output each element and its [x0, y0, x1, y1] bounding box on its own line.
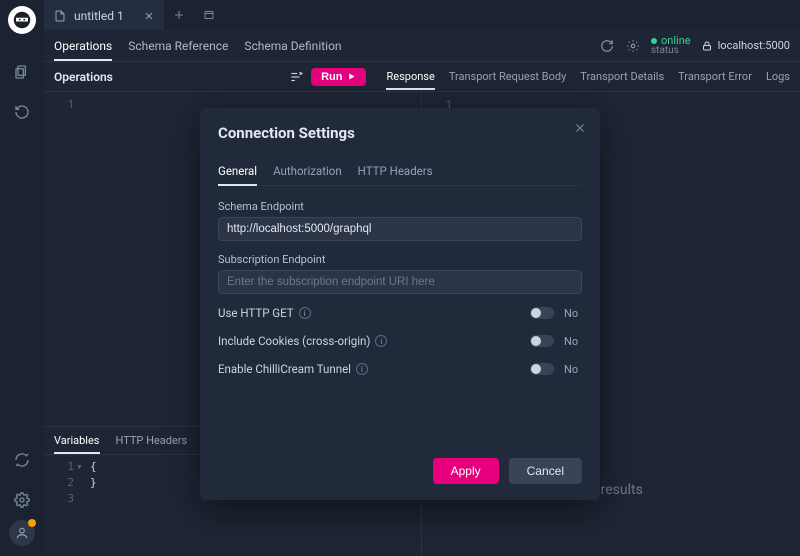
tab-strip: untitled 1 — [44, 0, 800, 30]
nav-schema-definition[interactable]: Schema Definition — [244, 31, 341, 61]
modal-tabs: General Authorization HTTP Headers — [218, 158, 582, 186]
modal-tab-general[interactable]: General — [218, 158, 257, 186]
subscription-endpoint-label: Subscription Endpoint — [218, 253, 582, 266]
close-tab-icon[interactable] — [144, 11, 154, 21]
tab-variables[interactable]: Variables — [54, 427, 100, 454]
cancel-button[interactable]: Cancel — [509, 458, 582, 484]
ninja-icon — [13, 11, 31, 29]
gear-icon[interactable] — [625, 38, 641, 54]
line-number: 1 — [44, 96, 74, 114]
run-label: Run — [321, 71, 342, 83]
tab-response[interactable]: Response — [386, 63, 434, 90]
sync-icon[interactable] — [12, 450, 32, 470]
info-icon[interactable]: i — [299, 307, 311, 319]
notification-dot — [28, 519, 36, 527]
settings-icon[interactable] — [12, 490, 32, 510]
apply-button[interactable]: Apply — [433, 458, 499, 484]
document-icon — [54, 10, 66, 22]
fold-caret-icon[interactable]: ▾ — [76, 459, 83, 475]
document-tab[interactable]: untitled 1 — [44, 0, 164, 30]
panel-title: Operations — [54, 70, 113, 84]
toggle-tunnel[interactable] — [530, 363, 554, 375]
host-button[interactable]: localhost:5000 — [701, 39, 790, 52]
info-icon[interactable]: i — [356, 363, 368, 375]
close-icon — [574, 122, 586, 134]
tab-transport-details[interactable]: Transport Details — [580, 63, 664, 90]
schema-endpoint-input[interactable] — [218, 217, 582, 241]
play-icon — [347, 72, 356, 81]
modal-tab-authorization[interactable]: Authorization — [273, 158, 342, 185]
line-number: 1 — [44, 459, 74, 475]
nav-operations[interactable]: Operations — [54, 31, 112, 61]
avatar[interactable] — [9, 520, 35, 546]
nav-row: Operations Schema Reference Schema Defin… — [44, 30, 800, 62]
window-icon[interactable] — [194, 0, 224, 30]
toggle-state: No — [564, 363, 582, 376]
toggle-cookies-label: Include Cookies (cross-origin) i — [218, 334, 387, 348]
run-button[interactable]: Run — [311, 68, 366, 86]
status-sub: status — [651, 46, 679, 56]
close-modal-button[interactable] — [574, 122, 586, 134]
toggle-state: No — [564, 307, 582, 320]
history-icon[interactable] — [12, 102, 32, 122]
tab-logs[interactable]: Logs — [766, 63, 790, 90]
tab-transport-body[interactable]: Transport Request Body — [449, 63, 566, 90]
line-number: 3 — [44, 491, 74, 507]
tab-http-headers[interactable]: HTTP Headers — [116, 427, 188, 454]
lock-icon — [701, 40, 713, 52]
modal-tab-http-headers[interactable]: HTTP Headers — [358, 158, 433, 185]
format-icon[interactable] — [289, 70, 303, 84]
line-number: 2 — [44, 475, 74, 491]
toggle-state: No — [564, 335, 582, 348]
documents-icon[interactable] — [12, 62, 32, 82]
new-tab-button[interactable] — [164, 0, 194, 30]
status-dot-icon — [651, 38, 657, 44]
activity-bar — [0, 0, 44, 556]
toggle-http-get-label: Use HTTP GET i — [218, 306, 311, 320]
connection-status[interactable]: online status — [651, 35, 691, 56]
toggle-http-get[interactable] — [530, 307, 554, 319]
tool-row: Operations Run Response Transport Reques… — [44, 62, 800, 92]
info-icon[interactable]: i — [375, 335, 387, 347]
tab-transport-error[interactable]: Transport Error — [678, 63, 752, 90]
refresh-icon[interactable] — [599, 38, 615, 54]
modal-title: Connection Settings — [218, 124, 582, 142]
line-gutter: 1 — [44, 92, 80, 114]
tab-title: untitled 1 — [74, 9, 124, 23]
connection-settings-modal: Connection Settings General Authorizatio… — [200, 108, 600, 500]
schema-endpoint-label: Schema Endpoint — [218, 200, 582, 213]
nav-schema-reference[interactable]: Schema Reference — [128, 31, 228, 61]
response-tabs: Response Transport Request Body Transpor… — [386, 63, 790, 90]
toggle-tunnel-label: Enable ChilliCream Tunnel i — [218, 362, 368, 376]
toggle-cookies[interactable] — [530, 335, 554, 347]
host-label: localhost:5000 — [718, 39, 790, 52]
subscription-endpoint-input[interactable] — [218, 270, 582, 294]
app-logo — [8, 6, 36, 34]
